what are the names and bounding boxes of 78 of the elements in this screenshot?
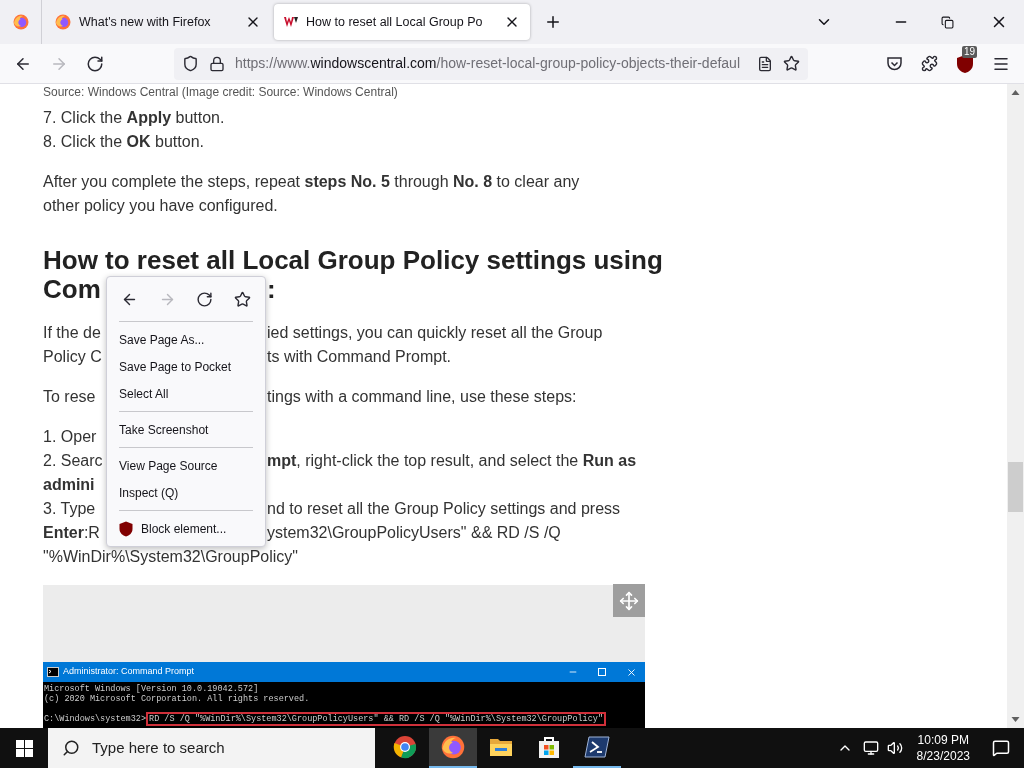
console-text: Microsoft Windows [Version 10.0.19042.572] (44, 684, 259, 694)
console-icon (47, 667, 59, 677)
console-command: RD /S /Q "%WinDir%\System32\GroupPolicyUsers" && RD /S /Q "%WinDir%\System32\GroupPolicy" (146, 712, 606, 726)
text-fragment: ied settings, you can quickly reset all the Group (267, 323, 603, 343)
shield-extension-icon (119, 520, 133, 537)
firefox-logo-icon (441, 735, 465, 759)
tab-title: How to reset all Local Group Po (306, 13, 484, 31)
chrome-icon (393, 735, 417, 759)
menu-item[interactable]: View Page Source (107, 452, 265, 479)
scroll-thumb[interactable] (1008, 462, 1023, 512)
text-fragment: nd to reset all the Group Policy settings and press (267, 499, 621, 519)
console-title: Administrator: Command Prompt (63, 665, 196, 679)
expand-button[interactable] (613, 584, 645, 617)
lock-icon[interactable] (209, 55, 225, 72)
firefox-logo-icon (12, 14, 29, 30)
folder-icon (489, 736, 513, 758)
tab-title: What's new with Firefox (79, 13, 212, 31)
notifications-icon[interactable] (992, 739, 1010, 757)
restore-icon[interactable] (941, 15, 954, 29)
volume-icon[interactable] (886, 740, 903, 756)
text-fragment: admini (43, 475, 95, 495)
url-text: https://www.windowscentral.com/how-reset-local-group-policy-objects-their-defaul (235, 54, 741, 73)
clock[interactable]: 10:09 PM 8/23/2023 (910, 732, 976, 764)
maximize-icon (598, 668, 606, 676)
heading-text: : (267, 275, 276, 304)
text-fragment: "%WinDir%\System32\GroupPolicy" (43, 547, 298, 567)
star-icon[interactable] (783, 55, 800, 72)
text-fragment: ystem32\GroupPolicyUsers" && RD /S /Q (267, 523, 561, 543)
firefox-logo-icon (55, 14, 71, 30)
text-fragment: 2. Searc (43, 451, 104, 471)
pocket-icon[interactable] (886, 55, 903, 72)
text-fragment: If the de (43, 323, 102, 343)
step-text: 7. Click the Apply button. (43, 108, 225, 128)
browser-tab[interactable]: What's new with Firefox (45, 4, 271, 40)
text-fragment: 3. Type (43, 499, 97, 519)
network-icon[interactable] (862, 740, 879, 756)
paragraph: After you complete the steps, repeat steps No. 5 through No. 8 to clear any other policy you have configured. (43, 172, 581, 216)
text-fragment: Policy C (43, 347, 103, 367)
search-icon (62, 739, 80, 757)
menu-item[interactable]: Block element... (107, 515, 265, 542)
menu-item[interactable]: Select All (107, 380, 265, 407)
heading-text: How to reset all Local Group Policy settings using (43, 246, 663, 275)
menu-item[interactable]: Inspect (Q) (107, 479, 265, 506)
menu-item[interactable]: Save Page to Pocket (107, 353, 265, 380)
scrollbar[interactable] (1007, 84, 1024, 728)
shield-icon[interactable] (182, 55, 199, 72)
text-fragment: 1. Oper (43, 427, 97, 447)
text-fragment: tings with a command line, use these steps: (267, 387, 577, 407)
terminal-icon (584, 736, 610, 758)
image-caption: Source: Windows Central (Image credit: Source: Windows Central) (43, 84, 399, 100)
site-logo-icon (284, 17, 298, 27)
console-prompt: C:\Windows\system32> (44, 714, 147, 724)
step-text: 8. Click the OK button. (43, 132, 204, 152)
reload-icon[interactable] (86, 54, 104, 73)
extensions-icon[interactable] (921, 55, 938, 72)
browser-tab[interactable]: How to reset all Local Group Po (274, 4, 530, 40)
taskbar-app[interactable] (429, 728, 477, 768)
store-bag-icon (538, 735, 560, 759)
text-fragment: Enter:R (43, 523, 101, 543)
new-tab-icon[interactable] (544, 13, 562, 31)
move-icon (619, 590, 639, 611)
windows-logo-icon (15, 739, 33, 757)
close-icon (626, 666, 637, 678)
menu-item[interactable]: Save Page As... (107, 326, 265, 353)
search-field[interactable]: Type here to search (48, 728, 375, 768)
menu-item[interactable]: Take Screenshot (107, 416, 265, 443)
address-bar[interactable]: https://www.windowscentral.com/how-reset-local-group-policy-objects-their-defaul (174, 47, 808, 80)
reload-icon[interactable] (196, 290, 214, 308)
shield-extension-icon[interactable] (956, 53, 974, 74)
console-text: (c) 2020 Microsoft Corporation. All rights reserved. (44, 694, 310, 704)
badge: 19 (962, 45, 978, 58)
heading-text: Com (43, 275, 102, 304)
text-fragment: To rese (43, 387, 97, 407)
text-fragment: ts with Command Prompt. (267, 347, 452, 367)
star-icon[interactable] (233, 290, 251, 308)
search-input[interactable]: Type here to search (92, 736, 361, 760)
text-fragment: mpt, right-click the top result, and select the Run as (267, 451, 637, 471)
reader-view-icon[interactable] (757, 55, 773, 72)
